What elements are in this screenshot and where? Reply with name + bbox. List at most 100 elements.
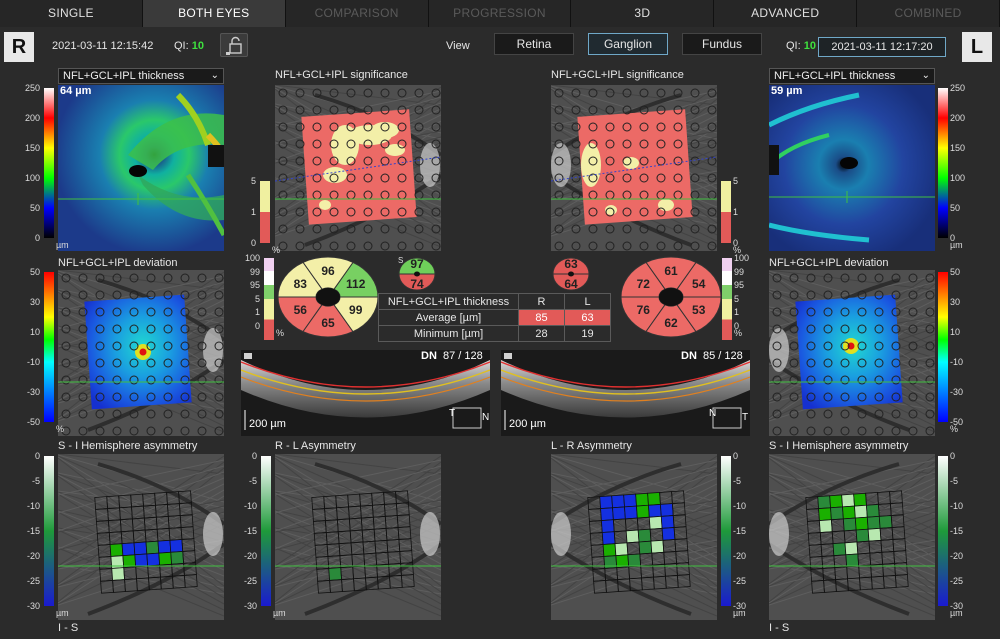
left-hemisphere-asymmetry-map[interactable] [769, 454, 935, 620]
scale-tick: 50 [29, 267, 40, 277]
right-bscan[interactable]: DN 87 / 128 200 µm T N [241, 350, 490, 436]
view-ganglion-button[interactable]: Ganglion [588, 33, 668, 55]
asymmetry-color-scale [44, 456, 54, 606]
right-thickness-map-select[interactable]: NFL+GCL+IPL thickness ⌄ [58, 68, 224, 84]
scale-tick: 5 [250, 176, 256, 186]
nasal-label: N [482, 412, 490, 423]
left-thickness-map-select[interactable]: NFL+GCL+IPL thickness ⌄ [769, 68, 935, 84]
select-label: NFL+GCL+IPL thickness [63, 70, 185, 82]
sector-value: 62 [664, 316, 678, 330]
left-significance-title: NFL+GCL+IPL significance [551, 69, 684, 81]
scale-tick: 95 [249, 280, 260, 291]
right-significance-map[interactable] [275, 85, 441, 251]
tab-progression: PROGRESSION [428, 0, 572, 27]
scale-unit: % [272, 245, 281, 255]
scale-tick: -30 [26, 387, 40, 397]
scale-tick: -10 [950, 357, 964, 367]
left-sector-chart[interactable]: 54 61 72 76 62 53 [620, 256, 722, 338]
scale-tick: 1 [250, 207, 256, 217]
table-header: NFL+GCL+IPL thickness [378, 293, 519, 310]
sector-value: 72 [637, 277, 651, 291]
scale-tick: 10 [29, 327, 40, 337]
scale-unit: % [950, 424, 959, 434]
chevron-down-icon: ⌄ [921, 70, 930, 81]
right-thickness-average: 64 µm [60, 85, 92, 97]
scale-tick: 0 [34, 233, 40, 243]
qi-label: QI: [174, 40, 189, 52]
superior-label: S [398, 256, 403, 265]
thickness-color-scale [44, 88, 54, 238]
scale-tick: 99 [249, 266, 260, 277]
scale-tick: 50 [950, 203, 961, 213]
scale-unit: % [734, 328, 743, 338]
left-bscan[interactable]: DN 85 / 128 200 µm N T [501, 350, 750, 436]
inferior-value: 64 [564, 277, 578, 291]
scan-scale-label: 200 µm [509, 418, 546, 430]
scale-tick: 95 [734, 280, 745, 291]
sector-value: 65 [321, 316, 335, 330]
asymmetry-color-scale [938, 456, 948, 606]
right-value: 28 [518, 325, 565, 342]
tab-3d[interactable]: 3D [571, 0, 715, 27]
scale-tick: -30 [26, 601, 40, 611]
scale-tick: -10 [26, 501, 40, 511]
scale-tick: -30 [950, 387, 964, 397]
asymmetry-color-scale [261, 456, 271, 606]
lock-icon [226, 36, 242, 55]
right-sector-chart[interactable]: 112 96 83 56 65 99 [277, 256, 379, 338]
scan-direction-label: DN [681, 350, 697, 362]
scale-unit: µm [733, 608, 746, 618]
view-retina-button[interactable]: Retina [494, 33, 574, 55]
scale-tick: 1 [734, 307, 740, 318]
scale-unit: % [56, 424, 65, 434]
tab-combined: COMBINED [857, 0, 1000, 27]
scale-tick: 50 [29, 203, 40, 213]
rl-asymmetry-map[interactable] [275, 454, 441, 620]
left-hemisphere-asymmetry-title: S - I Hemisphere asymmetry [769, 440, 909, 452]
scale-tick: -5 [950, 476, 959, 486]
left-deviation-map[interactable] [769, 270, 935, 436]
scale-tick: 250 [950, 83, 966, 93]
scale-tick: 1 [733, 207, 739, 217]
right-scan-date: 2021-03-11 12:15:42 [52, 40, 154, 52]
scale-tick: -10 [950, 501, 964, 511]
right-thickness-map[interactable]: 64 µm [58, 85, 224, 251]
scan-direction-label: DN [421, 350, 437, 362]
scale-tick: 100 [950, 173, 966, 183]
scale-tick: 0 [733, 451, 739, 461]
rl-asymmetry-title: R - L Asymmetry [275, 440, 356, 452]
left-quality-index: QI: 10 [786, 40, 816, 52]
scale-tick: 0 [950, 451, 956, 461]
left-scan-date-field[interactable]: 2021-03-11 12:17:20 [818, 37, 946, 57]
sector-value: 76 [637, 303, 651, 317]
asymmetry-color-scale [721, 456, 731, 606]
temporal-label: T [742, 412, 749, 423]
sector-value: 54 [692, 277, 706, 291]
sector-significance-scale [722, 258, 732, 340]
right-deviation-map[interactable] [58, 270, 224, 436]
right-hemisphere-asymmetry-title: S - I Hemisphere asymmetry [58, 440, 198, 452]
scale-tick: -25 [243, 576, 257, 586]
sector-value: 83 [294, 277, 308, 291]
lr-asymmetry-map[interactable] [551, 454, 717, 620]
scale-unit: µm [950, 608, 963, 618]
superior-value: 97 [410, 257, 424, 271]
superior-value: 63 [564, 257, 578, 271]
view-fundus-button[interactable]: Fundus [682, 33, 762, 55]
scale-tick: -20 [733, 551, 747, 561]
scale-tick: 200 [950, 113, 966, 123]
left-thickness-map[interactable]: 59 µm [769, 85, 935, 251]
lock-button[interactable] [220, 33, 248, 57]
scale-unit: µm [56, 608, 69, 618]
tab-single[interactable]: SINGLE [0, 0, 143, 27]
tab-advanced[interactable]: ADVANCED [714, 0, 858, 27]
scale-tick: 50 [950, 267, 961, 277]
left-value: 63 [564, 309, 611, 326]
tab-both-eyes[interactable]: BOTH EYES [142, 0, 286, 27]
row-label: Minimum [µm] [378, 325, 519, 342]
right-hemisphere-asymmetry-map[interactable] [58, 454, 224, 620]
sector-value: 61 [664, 264, 678, 278]
sector-value: 99 [349, 303, 363, 317]
scale-tick: -10 [26, 357, 40, 367]
left-significance-map[interactable] [551, 85, 717, 251]
